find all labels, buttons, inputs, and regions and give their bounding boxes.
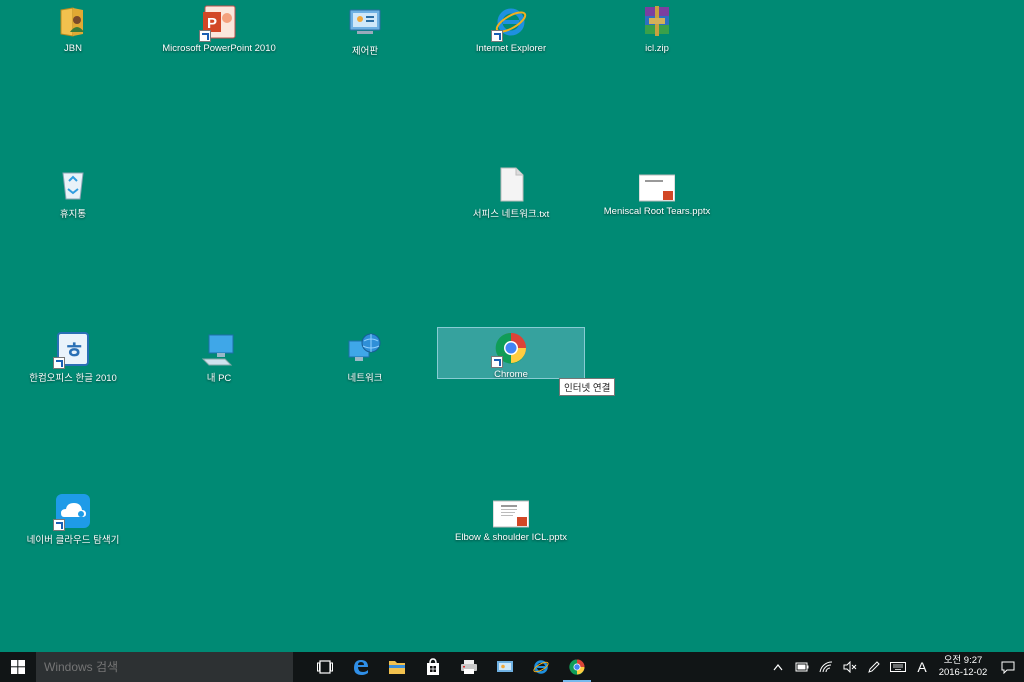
clock-time: 오전 9:27 (943, 655, 983, 666)
desktop-icon-control-panel[interactable]: 제어판 (305, 4, 425, 64)
action-center-button[interactable] (992, 652, 1024, 682)
desktop-icon-network[interactable]: 네트워크 (305, 331, 425, 391)
icon-label: Elbow & shoulder ICL.pptx (455, 532, 567, 543)
taskbar-internet-explorer[interactable] (523, 652, 559, 682)
taskbar-control-panel[interactable] (487, 652, 523, 682)
control-panel-icon (497, 661, 513, 672)
hangul-word-processor-icon: ㅎ (53, 331, 91, 369)
taskbar-edge[interactable] (343, 652, 379, 682)
tooltip: 인터넷 연결 (559, 378, 616, 396)
clock-date: 2016-12-02 (938, 667, 988, 678)
computer-icon (201, 331, 237, 367)
desktop-icon-elbow-pptx[interactable]: Elbow & shoulder ICL.pptx (451, 493, 571, 553)
desktop-icon-hancom-office[interactable]: ㅎ 한컴오피스 한글 2010 (13, 331, 133, 391)
notification-icon (1001, 661, 1015, 674)
taskbar-chrome[interactable] (559, 652, 595, 682)
icon-label: Internet Explorer (475, 43, 547, 54)
internet-explorer-icon (533, 660, 549, 674)
taskbar-store[interactable] (415, 652, 451, 682)
desktop[interactable]: JBN P Microsoft PowerPoint 2010 제어판 Inte… (0, 0, 1024, 652)
folder-icon (389, 661, 405, 674)
wifi-icon (819, 661, 833, 673)
desktop-icon-icl-zip[interactable]: icl.zip (597, 4, 717, 64)
shortcut-arrow-icon (53, 357, 65, 369)
taskbar-printer-app[interactable] (451, 652, 487, 682)
volume-button[interactable] (838, 652, 862, 682)
network-icon (347, 331, 383, 367)
control-panel-icon (347, 4, 383, 40)
desktop-icon-chrome[interactable]: Chrome (437, 327, 585, 380)
desktop-icon-recycle-bin[interactable]: 휴지통 (13, 167, 133, 227)
chrome-icon (491, 330, 529, 368)
battery-button[interactable] (790, 652, 814, 682)
shortcut-arrow-icon (53, 519, 65, 531)
touch-keyboard-button[interactable] (886, 652, 910, 682)
winrar-archive-icon (639, 4, 675, 40)
icon-label: icl.zip (645, 43, 669, 54)
pen-icon (868, 661, 880, 673)
windows-logo-icon (11, 660, 25, 674)
system-tray: A 오전 9:27 2016-12-02 (766, 652, 1024, 682)
network-button[interactable] (814, 652, 838, 682)
shortcut-arrow-icon (199, 30, 211, 42)
keyboard-icon (890, 662, 906, 672)
icon-label: JBN (64, 43, 82, 54)
input-method-indicator[interactable]: A (910, 652, 934, 682)
taskbar: A 오전 9:27 2016-12-02 (0, 652, 1024, 682)
task-view-button[interactable] (307, 652, 343, 682)
shortcut-arrow-icon (491, 30, 503, 42)
icon-label: 휴지통 (59, 209, 87, 220)
taskbar-file-explorer[interactable] (379, 652, 415, 682)
edge-icon (354, 660, 368, 675)
icon-label: Microsoft PowerPoint 2010 (162, 43, 276, 54)
icon-label: 네트워크 (347, 373, 383, 384)
icon-label: 제어판 (351, 46, 379, 57)
battery-icon (795, 662, 809, 672)
recycle-bin-icon (55, 167, 91, 203)
icon-label: 서피스 네트워크.txt (472, 209, 550, 220)
desktop-icon-meniscal-pptx[interactable]: Meniscal Root Tears.pptx (597, 167, 717, 227)
icon-label: Chrome (494, 369, 528, 380)
icon-label: 내 PC (206, 373, 232, 384)
search-input[interactable] (42, 659, 286, 675)
text-file-icon (493, 167, 529, 203)
desktop-icon-jbn[interactable]: JBN (13, 4, 133, 64)
desktop-icon-powerpoint[interactable]: P Microsoft PowerPoint 2010 (159, 4, 279, 64)
naver-cloud-icon (53, 493, 91, 531)
desktop-icon-naver-cloud[interactable]: 네이버 클라우드 탐색기 (13, 493, 133, 553)
store-bag-icon (427, 658, 439, 675)
printer-icon (461, 660, 477, 674)
pen-button[interactable] (862, 652, 886, 682)
internet-explorer-icon (491, 4, 529, 42)
desktop-icon-internet-explorer[interactable]: Internet Explorer (451, 4, 571, 64)
chrome-icon (569, 659, 585, 675)
shortcut-arrow-icon (491, 356, 503, 368)
pptx-thumbnail-icon (492, 493, 530, 529)
chevron-up-icon (773, 664, 783, 671)
powerpoint-icon: P (199, 4, 237, 42)
start-button[interactable] (0, 652, 36, 682)
volume-muted-icon (843, 661, 857, 673)
svg-text:ㅎ: ㅎ (64, 339, 84, 364)
show-hidden-icons-button[interactable] (766, 652, 790, 682)
pptx-thumbnail-icon (638, 167, 676, 203)
clock[interactable]: 오전 9:27 2016-12-02 (934, 655, 992, 679)
icon-label: 네이버 클라우드 탐색기 (26, 535, 120, 546)
user-folder-icon (55, 4, 91, 40)
desktop-icon-this-pc[interactable]: 내 PC (159, 331, 279, 391)
task-view-icon (317, 660, 333, 674)
desktop-icon-surface-network-txt[interactable]: 서피스 네트워크.txt (451, 167, 571, 227)
icon-label: 한컴오피스 한글 2010 (29, 373, 117, 384)
search-box[interactable] (36, 652, 293, 682)
icon-label: Meniscal Root Tears.pptx (603, 206, 711, 217)
